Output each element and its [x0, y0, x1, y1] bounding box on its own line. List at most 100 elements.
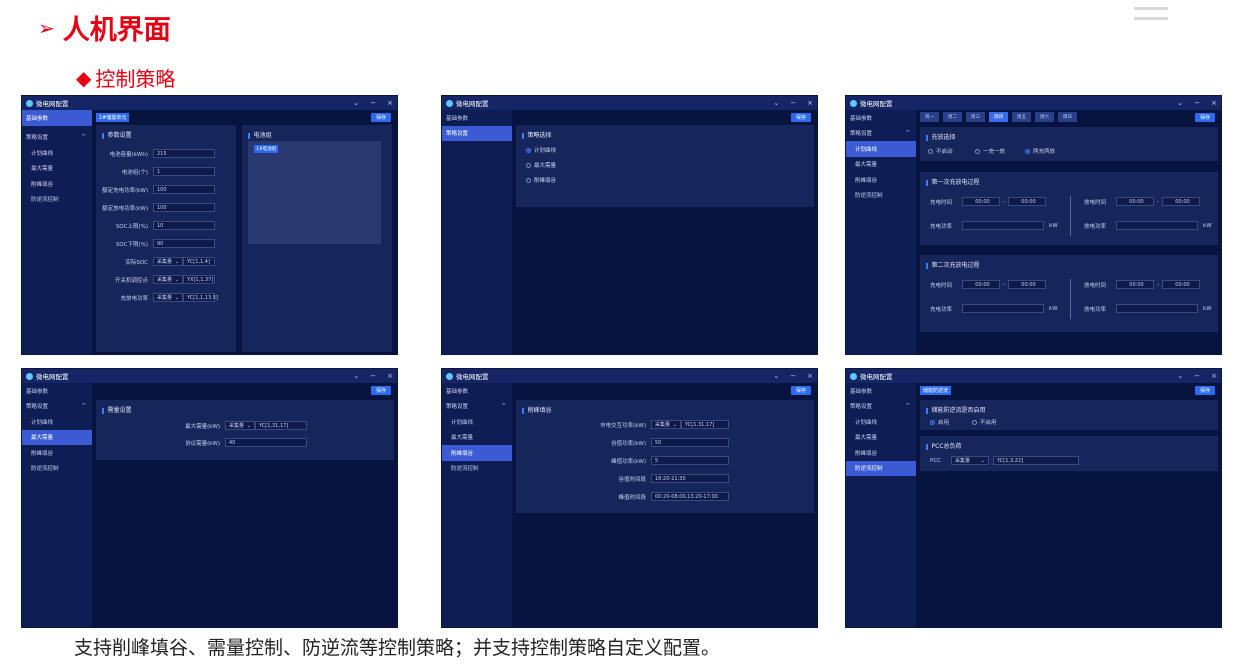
- charge-end-input[interactable]: 00:00: [1008, 280, 1047, 289]
- sidebar-item-peak[interactable]: 削峰填谷: [846, 445, 916, 461]
- sidebar-item-strategy[interactable]: 策略设置 ^: [22, 130, 92, 146]
- discharge-start-input[interactable]: 00:00: [1116, 197, 1155, 206]
- sidebar-item-basic[interactable]: 基础参数: [846, 383, 916, 399]
- anti-reverse-tab-button[interactable]: 储能防逆流: [920, 386, 952, 395]
- type-select[interactable]: 采集量 ⌄: [153, 275, 183, 284]
- tab-fri[interactable]: 周五: [1012, 112, 1031, 122]
- close-button[interactable]: ×: [1211, 372, 1217, 380]
- sidebar-item-basic[interactable]: 基础参数: [846, 110, 916, 126]
- minimize-button[interactable]: −: [370, 372, 376, 380]
- discharge-power-input[interactable]: 100: [153, 203, 215, 212]
- charge-power-input[interactable]: [962, 304, 1045, 313]
- discharge-end-input[interactable]: 00:00: [1162, 280, 1201, 289]
- sidebar-item-demand[interactable]: 最大需量: [846, 157, 916, 173]
- sidebar-item-strategy[interactable]: 策略设置 ^: [846, 399, 916, 415]
- sidebar-item-plan[interactable]: 计划曲线: [846, 414, 916, 430]
- chevron-down-icon[interactable]: ⌄: [773, 99, 779, 107]
- type-select[interactable]: 采集量 ⌄: [951, 456, 989, 465]
- radio-plan[interactable]: 计划曲线: [526, 146, 556, 154]
- radio-none[interactable]: 不启动: [928, 147, 953, 155]
- discharge-end-input[interactable]: 00:00: [1162, 197, 1201, 206]
- valley-power-input[interactable]: 50: [651, 438, 729, 447]
- charge-end-input[interactable]: 00:00: [1008, 197, 1047, 206]
- close-button[interactable]: ×: [807, 372, 813, 380]
- tab-sun[interactable]: 周日: [1058, 112, 1077, 122]
- pcc-point-input[interactable]: YC[1,3,22]: [993, 456, 1079, 465]
- tab-sat[interactable]: 周六: [1035, 112, 1054, 122]
- sidebar-item-reverse[interactable]: 防逆流控制: [442, 461, 512, 477]
- agreed-demand-input[interactable]: 40: [225, 438, 307, 447]
- chevron-down-icon[interactable]: ⌄: [353, 99, 359, 107]
- close-button[interactable]: ×: [387, 372, 393, 380]
- type-select[interactable]: 采集量 ⌄: [153, 293, 183, 302]
- sidebar-item-plan[interactable]: 计划曲线: [846, 141, 916, 157]
- max-demand-input[interactable]: YC[1,31,17]: [255, 421, 307, 430]
- save-button[interactable]: 保存: [1194, 113, 1215, 122]
- sidebar-item-reverse[interactable]: 防逆流控制: [846, 460, 916, 476]
- sidebar-item-reverse[interactable]: 防逆流控制: [22, 192, 92, 208]
- radio-enable[interactable]: 启用: [930, 418, 949, 426]
- soc-point-input[interactable]: YC[1,1,4]: [183, 257, 215, 266]
- type-select[interactable]: 采集量 ⌄: [225, 421, 255, 430]
- radio-demand[interactable]: 最大需量: [526, 161, 556, 169]
- minimize-button[interactable]: −: [370, 99, 376, 107]
- charge-start-input[interactable]: 00:00: [962, 280, 1001, 289]
- peak-period-input[interactable]: 00:20-08:00,13:20-17:00: [651, 492, 729, 501]
- switch-point-input[interactable]: YX[1,1,37]: [183, 275, 215, 284]
- sidebar-item-demand[interactable]: 最大需量: [442, 430, 512, 446]
- type-select[interactable]: 采集量 ⌄: [651, 420, 681, 429]
- minimize-button[interactable]: −: [1194, 99, 1200, 107]
- sidebar-item-basic[interactable]: 基础参数: [442, 383, 512, 399]
- chevron-down-icon[interactable]: ⌄: [773, 372, 779, 380]
- radio-twice[interactable]: 两充两放: [1025, 147, 1055, 155]
- minimize-button[interactable]: −: [790, 372, 796, 380]
- soc-upper-input[interactable]: 10: [153, 221, 215, 230]
- sidebar-item-strategy[interactable]: 策略设置 ^: [22, 399, 92, 415]
- tab-mon[interactable]: 周一: [920, 112, 939, 122]
- minimize-button[interactable]: −: [1194, 372, 1200, 380]
- save-button[interactable]: 保存: [790, 386, 811, 395]
- sidebar-item-peak[interactable]: 削峰填谷: [442, 445, 512, 461]
- chevron-down-icon[interactable]: ⌄: [353, 372, 359, 380]
- save-button[interactable]: 保存: [790, 113, 811, 122]
- soc-lower-input[interactable]: 90: [153, 239, 215, 248]
- sidebar-item-demand[interactable]: 最大需量: [22, 161, 92, 177]
- sidebar-item-reverse[interactable]: 防逆流控制: [846, 188, 916, 204]
- sidebar-item-strategy[interactable]: 策略设置 ^: [442, 399, 512, 415]
- minimize-button[interactable]: −: [790, 99, 796, 107]
- sidebar-item-strategy[interactable]: 策略设置 ^: [846, 126, 916, 142]
- unit-tab-button[interactable]: 1#储能单元: [96, 113, 130, 122]
- tab-wed[interactable]: 周三: [966, 112, 985, 122]
- tab-tue[interactable]: 周二: [943, 112, 962, 122]
- sidebar-item-demand[interactable]: 最大需量: [846, 430, 916, 446]
- sidebar-item-plan[interactable]: 计划曲线: [22, 145, 92, 161]
- sidebar-item-demand[interactable]: 最大需量: [22, 429, 92, 445]
- sidebar-item-peak[interactable]: 削峰填谷: [22, 445, 92, 461]
- sidebar-item-basic[interactable]: 基础参数: [442, 110, 512, 126]
- type-select[interactable]: 采集量 ⌄: [153, 257, 183, 266]
- sidebar-item-plan[interactable]: 计划曲线: [442, 414, 512, 430]
- charge-power-input[interactable]: [962, 221, 1045, 230]
- close-button[interactable]: ×: [1211, 99, 1217, 107]
- save-button[interactable]: 保存: [1194, 386, 1215, 395]
- discharge-start-input[interactable]: 00:00: [1116, 280, 1155, 289]
- group-count-input[interactable]: 1: [153, 167, 215, 176]
- grid-power-input[interactable]: YC[1,31,17]: [681, 420, 729, 429]
- radio-once[interactable]: 一充一放: [975, 147, 1005, 155]
- charge-power-input[interactable]: 100: [153, 185, 215, 194]
- radio-peak[interactable]: 削峰填谷: [526, 176, 556, 184]
- close-button[interactable]: ×: [807, 99, 813, 107]
- close-button[interactable]: ×: [387, 99, 393, 107]
- tab-thu[interactable]: 周四: [989, 112, 1008, 122]
- sidebar-item-basic[interactable]: 基础参数: [22, 383, 92, 399]
- discharge-power-input[interactable]: [1116, 304, 1199, 313]
- valley-period-input[interactable]: 18:20-21:30: [651, 474, 729, 483]
- peak-power-input[interactable]: 5: [651, 456, 729, 465]
- sidebar-item-strategy[interactable]: 策略设置: [442, 125, 512, 141]
- battery-group-button[interactable]: 1#电池组: [254, 145, 279, 153]
- sidebar-item-peak[interactable]: 削峰填谷: [22, 176, 92, 192]
- radio-disable[interactable]: 不启用: [972, 418, 997, 426]
- sidebar-item-peak[interactable]: 削峰填谷: [846, 172, 916, 188]
- discharge-power-input[interactable]: [1116, 221, 1199, 230]
- power-point-input[interactable]: YC[1,1,13,5]: [183, 293, 218, 302]
